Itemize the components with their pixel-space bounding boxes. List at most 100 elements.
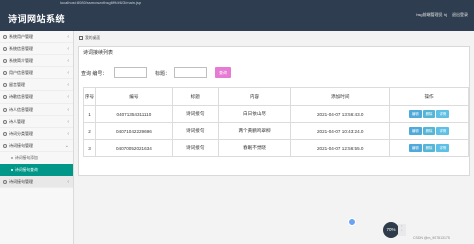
sidebar-item-user-system[interactable]: 系统用户管理 ‹ — [0, 31, 73, 44]
current-user[interactable]: hsg前端管理员 hj — [416, 12, 447, 17]
top-bar: 诗词网站系统 localhost:8080/ssmcwzxthsg6f9/#6/… — [0, 0, 474, 31]
sidebar-item-label: 留言管理 — [9, 82, 25, 88]
delete-button[interactable]: 删除 — [422, 110, 436, 118]
logout-link[interactable]: 退出登录 — [452, 12, 468, 17]
performance-widget[interactable]: 70% — [383, 222, 399, 238]
chevron-left-icon: ‹ — [67, 118, 69, 125]
row-time: 2021-04-07 13:56:43.0 — [290, 105, 391, 123]
table-row: 3 04070052021634 诗词接句 春眠不觉晓 2021-04-07 1… — [83, 139, 469, 157]
search-title-input[interactable] — [174, 67, 207, 78]
search-form: 查询 编号： 标题： 查询 — [81, 67, 461, 79]
sidebar-item-label: 诗人信息管理 — [9, 106, 33, 112]
data-table: 序号 编号 标题 内容 添加时间 操作 1 04071354311110 诗词接… — [83, 87, 469, 157]
chevron-left-icon: ‹ — [67, 94, 69, 101]
chevron-left-icon: ‹ — [67, 179, 69, 186]
main-content: 我的桌面 诗词接续列表 查询 编号： 标题： 查询 序号 编号 标题 内容 添加… — [75, 31, 474, 244]
sidebar-subitem-label: 诗词接句查询 — [15, 168, 38, 173]
detail-button[interactable]: 详情 — [436, 144, 450, 152]
edit-button[interactable]: 编辑 — [408, 110, 422, 118]
row-code: 04071354311110 — [94, 105, 173, 123]
delete-button[interactable]: 删除 — [422, 144, 436, 152]
row-index: 1 — [83, 105, 96, 123]
edit-button[interactable]: 编辑 — [408, 144, 422, 152]
sidebar-item-poet[interactable]: 诗人管理 ‹ — [0, 116, 73, 128]
chevron-left-icon: ‹ — [67, 46, 69, 53]
category-icon — [3, 131, 7, 136]
detail-button[interactable]: 详情 — [436, 110, 450, 118]
sidebar-item-poem-continue[interactable]: 诗词接句管理 ⌄ — [0, 140, 73, 152]
row-code: 04071042229696 — [94, 122, 173, 140]
delete-button[interactable]: 删除 — [422, 127, 436, 135]
row-actions: 编辑 删除 详情 — [389, 105, 469, 123]
sidebar-subitem-label: 诗词接句添加 — [15, 155, 38, 160]
floating-assist-icon[interactable] — [348, 218, 356, 226]
row-index: 3 — [83, 139, 96, 157]
row-actions: 编辑 删除 详情 — [389, 122, 469, 140]
sidebar-item-label: 诗人管理 — [9, 118, 25, 124]
address-text: localhost:8080/ssmcwzxthsg6f9/#6/3/main.… — [60, 0, 142, 5]
chevron-left-icon: ‹ — [67, 130, 69, 137]
panel-title: 诗词接续列表 — [83, 50, 114, 56]
sidebar-item-label: 系统简介管理 — [9, 58, 33, 64]
info-icon — [3, 47, 7, 52]
breadcrumb-label[interactable]: 我的桌面 — [85, 36, 100, 40]
sidebar-item-label: 系统信息管理 — [9, 46, 33, 52]
row-title: 诗词接句 — [171, 139, 219, 157]
sidebar-item-poem-info[interactable]: 诗歌信息管理 ‹ — [0, 91, 73, 104]
person-icon — [3, 107, 7, 112]
edit-icon — [3, 180, 7, 185]
row-index: 2 — [83, 122, 96, 140]
chevron-left-icon: ‹ — [67, 106, 69, 113]
document-icon — [3, 59, 7, 64]
sidebar-item-poem-category[interactable]: 诗词分类管理 ‹ — [0, 128, 73, 140]
row-time: 2021-04-07 12:56:55.0 — [290, 139, 391, 157]
row-content: 春眠不觉晓 — [217, 139, 292, 157]
list-panel: 诗词接续列表 查询 编号： 标题： 查询 序号 编号 标题 内容 添加时间 操作 — [78, 46, 470, 176]
header-index: 序号 — [83, 87, 96, 106]
chevron-left-icon: ‹ — [67, 70, 69, 77]
search-button[interactable]: 查询 — [215, 67, 231, 78]
header-actions: 操作 — [389, 87, 469, 106]
chevron-down-icon: ⌄ — [64, 142, 69, 149]
bullet-icon — [11, 156, 13, 159]
home-icon — [79, 36, 83, 40]
header-code: 编号 — [94, 87, 173, 106]
table-row: 1 04071354311110 诗词接句 白日依山尽 2021-04-07 1… — [83, 105, 469, 123]
header-time: 添加时间 — [290, 87, 391, 106]
book-icon — [3, 95, 7, 100]
sidebar-item-poem-continue-manage[interactable]: 诗词接句管理 ‹ — [0, 176, 73, 189]
sidebar-item-label: 诗词接句管理 — [9, 179, 33, 185]
sidebar-item-user-info[interactable]: 用户信息管理 ‹ — [0, 67, 73, 80]
sidebar-item-label: 诗词分类管理 — [9, 130, 33, 136]
row-code: 04070052021634 — [94, 139, 173, 157]
row-content: 白日依山尽 — [217, 105, 292, 123]
table-header-row: 序号 编号 标题 内容 添加时间 操作 — [83, 87, 469, 106]
sidebar-item-poet-info[interactable]: 诗人信息管理 ‹ — [0, 104, 73, 116]
top-right-area: hsg前端管理员 hj 退出登录 — [412, 12, 468, 18]
sidebar-item-label: 诗词接句管理 — [9, 142, 33, 148]
table-row: 2 04071042229696 诗词接句 两个黄鹂鸣翠柳 2021-04-07… — [83, 122, 469, 140]
search-id-input[interactable] — [114, 67, 147, 78]
breadcrumb: 我的桌面 — [79, 34, 100, 43]
search-title-label: 标题： — [155, 71, 171, 77]
row-content: 两个黄鹂鸣翠柳 — [217, 122, 292, 140]
edit-button[interactable]: 编辑 — [408, 127, 422, 135]
header-content: 内容 — [217, 87, 292, 106]
sidebar-subitem-query[interactable]: 诗词接句查询 — [0, 164, 73, 177]
person-icon — [3, 119, 7, 124]
row-actions: 编辑 删除 详情 — [389, 139, 469, 157]
bullet-icon — [11, 169, 13, 172]
sidebar-subitem-add[interactable]: 诗词接句添加 — [0, 152, 73, 164]
detail-button[interactable]: 详情 — [436, 127, 450, 135]
watermark: CSDN @m_907813175 — [413, 236, 450, 240]
row-title: 诗词接句 — [171, 105, 219, 123]
chevron-left-icon: ‹ — [67, 34, 69, 40]
sidebar-item-messages[interactable]: 留言管理 ‹ — [0, 79, 73, 92]
sidebar-item-system-intro[interactable]: 系统简介管理 ‹ — [0, 55, 73, 68]
sidebar: 系统用户管理 ‹ 系统信息管理 ‹ 系统简介管理 ‹ 用户信息管理 ‹ 留言管理 ‹ 诗歌… — [0, 31, 74, 244]
performance-unit: % — [391, 227, 396, 232]
sidebar-item-system-info[interactable]: 系统信息管理 ‹ — [0, 43, 73, 56]
edit-icon — [3, 143, 7, 148]
user-icon — [3, 35, 7, 39]
header-title: 标题 — [171, 87, 219, 106]
